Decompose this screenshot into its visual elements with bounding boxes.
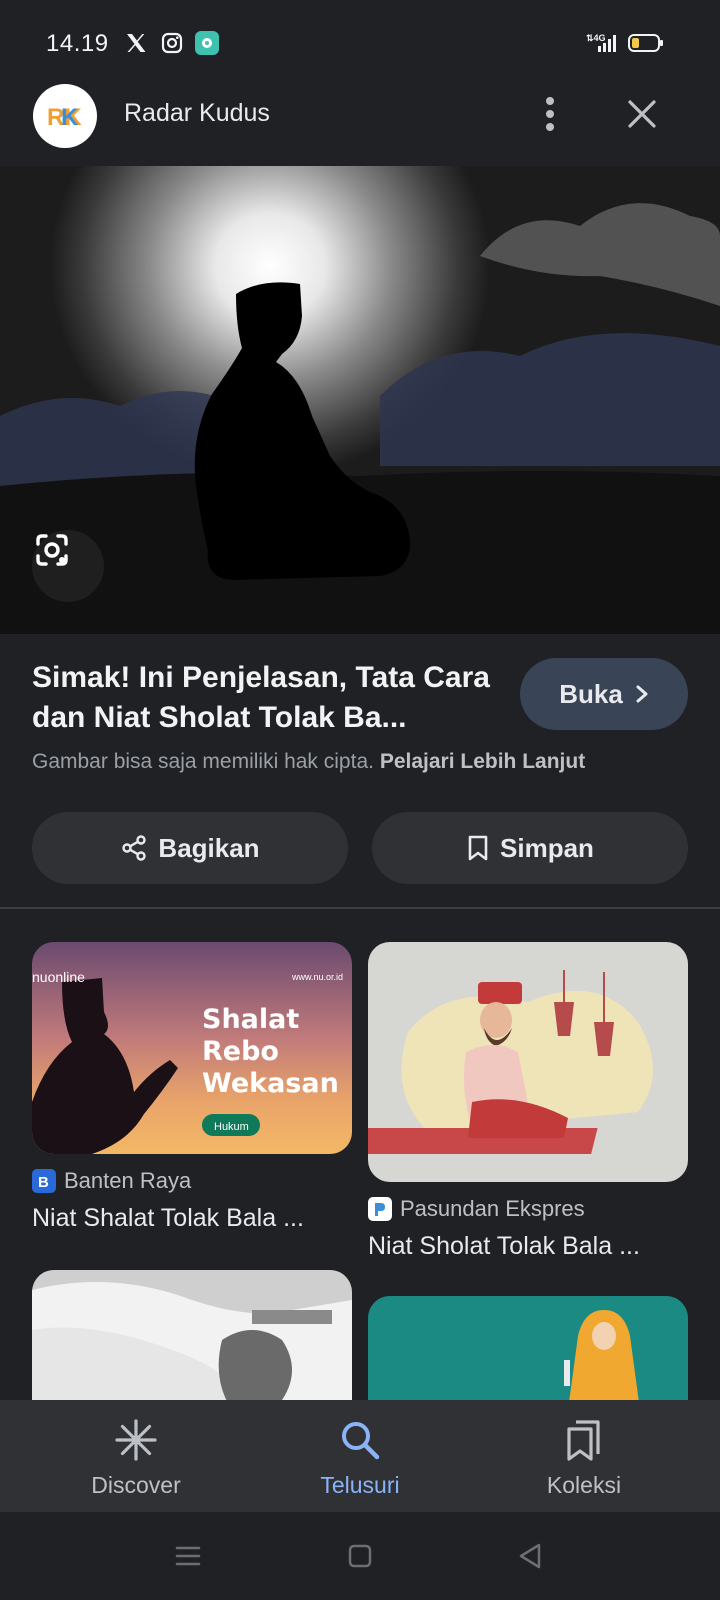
result-image[interactable] xyxy=(32,1270,352,1410)
pasundan-ekspres-favicon xyxy=(368,1197,392,1221)
nav-collections[interactable]: Koleksi xyxy=(464,1400,704,1512)
article-title[interactable]: Simak! Ini Penjelasan, Tata Cara dan Nia… xyxy=(32,658,492,738)
save-label: Simpan xyxy=(500,832,594,863)
instagram-icon xyxy=(161,32,183,54)
collections-icon xyxy=(560,1416,608,1464)
status-time: 14.19 xyxy=(46,30,109,57)
save-button[interactable]: Simpan xyxy=(372,812,688,884)
card-heading-2: Rebo xyxy=(202,1036,279,1067)
card-tag: Hukum xyxy=(214,1121,249,1133)
header: RK K Radar Kudus xyxy=(0,84,720,166)
result-image[interactable] xyxy=(368,942,688,1182)
copyright-text: Gambar bisa saja memiliki hak cipta. xyxy=(32,750,374,773)
share-icon xyxy=(122,835,147,861)
open-button[interactable]: Buka xyxy=(520,658,688,730)
result-title[interactable]: Niat Shalat Tolak Bala ... xyxy=(32,1204,304,1233)
search-icon xyxy=(336,1416,384,1464)
card-heading-3: Wekasan xyxy=(202,1068,339,1099)
nav-collections-label: Koleksi xyxy=(546,1472,622,1498)
copyright-notice: Gambar bisa saja memiliki hak cipta. Pel… xyxy=(32,750,585,774)
learn-more-link[interactable]: Pelajari Lebih Lanjut xyxy=(380,750,585,773)
site-logo[interactable]: RK K xyxy=(33,84,97,148)
result-title[interactable]: Niat Sholat Tolak Bala ... xyxy=(368,1232,640,1261)
share-button[interactable]: Bagikan xyxy=(32,812,348,884)
back-icon[interactable] xyxy=(508,1534,552,1578)
more-vert-icon[interactable] xyxy=(528,92,572,136)
status-bar: 14.19 ⇅4G xyxy=(0,0,720,84)
signal-icon: ⇅4G xyxy=(586,33,616,52)
result-source-name: Banten Raya xyxy=(64,1168,192,1193)
close-icon[interactable] xyxy=(620,92,664,136)
svg-text:⇅4G: ⇅4G xyxy=(586,33,606,43)
asterisk-icon xyxy=(112,1416,160,1464)
site-name: Radar Kudus xyxy=(124,99,270,127)
hero-image[interactable] xyxy=(0,166,720,634)
home-icon[interactable] xyxy=(338,1534,382,1578)
svg-text:B: B xyxy=(38,1174,49,1190)
app-notification-icon xyxy=(195,31,219,55)
svg-text:K: K xyxy=(61,104,79,131)
result-image[interactable]: nuonline www.nu.or.id Shalat Rebo Wekasa… xyxy=(32,942,352,1154)
result-source-name: Pasundan Ekspres xyxy=(400,1196,585,1221)
share-label: Bagikan xyxy=(158,832,260,863)
open-button-label: Buka xyxy=(559,678,623,709)
chevron-right-icon xyxy=(636,685,648,703)
bookmark-icon xyxy=(468,835,488,861)
system-navigation xyxy=(0,1512,720,1600)
x-app-icon xyxy=(127,34,146,52)
card-url: www.nu.or.id xyxy=(291,972,343,982)
result-image[interactable] xyxy=(368,1296,688,1410)
bottom-navigation: Discover Telusuri Koleksi xyxy=(0,1400,720,1512)
nav-discover[interactable]: Discover xyxy=(16,1400,256,1512)
google-lens-icon[interactable] xyxy=(32,530,104,602)
result-source: B Banten Raya xyxy=(32,1168,191,1194)
result-source: Pasundan Ekspres xyxy=(368,1196,585,1222)
nav-search[interactable]: Telusuri xyxy=(240,1400,480,1512)
card-brand: nuonline xyxy=(32,969,85,985)
battery-icon xyxy=(628,34,663,52)
menu-icon[interactable] xyxy=(166,1534,210,1578)
nav-discover-label: Discover xyxy=(91,1472,181,1498)
nav-search-label: Telusuri xyxy=(320,1472,400,1498)
card-heading-1: Shalat xyxy=(202,1004,299,1035)
banten-raya-favicon: B xyxy=(32,1169,56,1193)
divider xyxy=(0,907,720,909)
